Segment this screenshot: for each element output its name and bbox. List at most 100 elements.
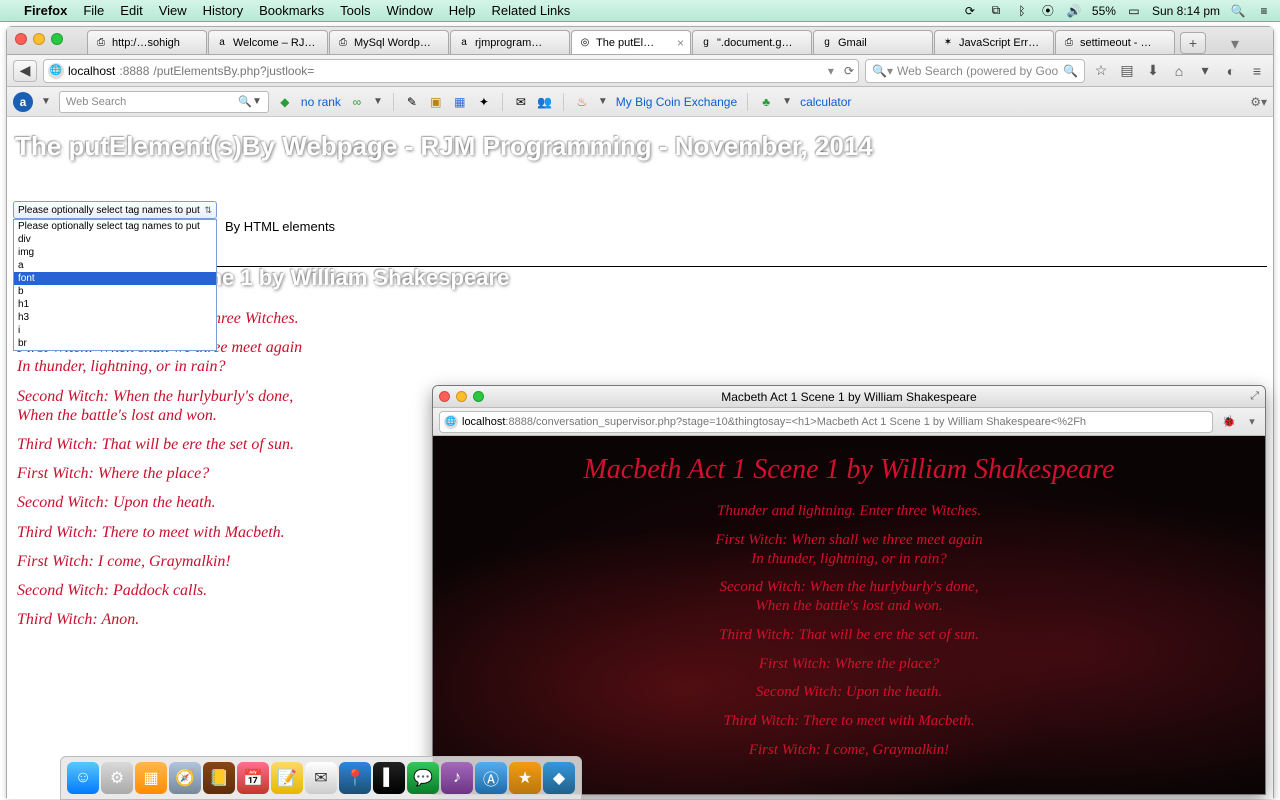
popup-titlebar[interactable]: Macbeth Act 1 Scene 1 by William Shakesp… — [433, 386, 1265, 408]
downloads-icon[interactable]: ⬇ — [1143, 61, 1163, 81]
ask-toolbar-icon[interactable]: a — [13, 92, 33, 112]
link-caret[interactable]: ▼ — [373, 96, 383, 107]
bluetooth-icon[interactable]: ᛒ — [1014, 3, 1030, 19]
popup-minimize-button[interactable] — [456, 391, 467, 402]
library-icon[interactable]: ▤ — [1117, 61, 1137, 81]
zoom-window-button[interactable] — [51, 33, 63, 45]
list-all-tabs-button[interactable]: ▾ — [1227, 34, 1243, 54]
dropdown-history-caret[interactable]: ▾ — [828, 64, 834, 78]
browser-tab[interactable]: ✶JavaScript Err… — [934, 30, 1054, 54]
tool-icon-2[interactable]: ▣ — [428, 94, 444, 110]
mac-menu-related-links[interactable]: Related Links — [492, 3, 571, 18]
browser-tab[interactable]: aWelcome – RJ… — [208, 30, 328, 54]
minimize-window-button[interactable] — [33, 33, 45, 45]
mac-menu-edit[interactable]: Edit — [120, 3, 142, 18]
search-go-icon[interactable]: 🔍 — [1063, 64, 1078, 78]
popup-url-field[interactable]: 🌐 localhost:8888/conversation_supervisor… — [439, 411, 1213, 433]
popup-bugreport-icon[interactable]: 🐞 — [1219, 415, 1239, 428]
select-option[interactable]: Please optionally select tag names to pu… — [14, 220, 216, 233]
url-field[interactable]: 🌐 localhost:8888/putElementsBy.php?justl… — [43, 59, 859, 83]
mac-menu-file[interactable]: File — [83, 3, 104, 18]
select-option[interactable]: font — [14, 272, 216, 285]
tab-close-icon[interactable]: × — [677, 36, 684, 50]
battery-icon[interactable]: ▭ — [1126, 3, 1142, 19]
back-button[interactable]: ◀ — [13, 60, 37, 82]
menu-extras-icon[interactable]: ≡ — [1256, 3, 1272, 19]
search-icon[interactable]: 🔍 — [238, 95, 252, 108]
flame-caret[interactable]: ▼ — [598, 96, 608, 107]
select-option[interactable]: i — [14, 324, 216, 337]
addon2-icon[interactable]: ◐ — [1221, 61, 1241, 81]
mac-menu-bookmarks[interactable]: Bookmarks — [259, 3, 324, 18]
browser-tab[interactable]: ⎙settimeout - … — [1055, 30, 1175, 54]
ask-toolbar-caret[interactable]: ▼ — [41, 96, 51, 107]
dock-itunes-icon[interactable]: ♪ — [441, 762, 473, 794]
pagerank-label[interactable]: no rank — [301, 95, 341, 109]
dock-contacts-icon[interactable]: 📒 — [203, 762, 235, 794]
site-identity-icon[interactable]: 🌐 — [48, 63, 64, 79]
tool-icon-4[interactable]: ✦ — [476, 94, 492, 110]
browser-tab[interactable]: ⎙http:/…sohigh — [87, 30, 207, 54]
activity-icon[interactable]: ⧉ — [988, 3, 1004, 19]
ask-web-search[interactable]: Web Search 🔍 ▼ — [59, 91, 269, 113]
browser-tab[interactable]: g".document.g… — [692, 30, 812, 54]
dock-mail-icon[interactable]: ✉ — [305, 762, 337, 794]
dock-app-icon[interactable]: ▦ — [135, 762, 167, 794]
popup-dropdown-icon[interactable]: ▾ — [1245, 415, 1259, 428]
tool-icon-1[interactable]: ✎ — [404, 94, 420, 110]
flame-icon[interactable]: ♨ — [574, 94, 590, 110]
clock[interactable]: Sun 8:14 pm — [1152, 4, 1220, 18]
tool-icon-3[interactable]: ▦ — [452, 94, 468, 110]
spotlight-icon[interactable]: 🔍 — [1230, 3, 1246, 19]
search-caret[interactable]: ▼ — [252, 96, 262, 107]
mac-menu-history[interactable]: History — [203, 3, 243, 18]
select-option[interactable]: a — [14, 259, 216, 272]
pagerank-icon[interactable]: ◆ — [277, 94, 293, 110]
select-option[interactable]: br — [14, 337, 216, 350]
bookmark-star-icon[interactable]: ☆ — [1091, 61, 1111, 81]
popup-site-identity-icon[interactable]: 🌐 — [444, 415, 458, 429]
browser-tab[interactable]: arjmprogram… — [450, 30, 570, 54]
close-window-button[interactable] — [15, 33, 27, 45]
dock-misc1-icon[interactable]: ★ — [509, 762, 541, 794]
dock-safari-icon[interactable]: 🧭 — [169, 762, 201, 794]
firefox-menu-icon[interactable]: ≡ — [1247, 61, 1267, 81]
mac-menu-help[interactable]: Help — [449, 3, 476, 18]
calculator-link[interactable]: calculator — [800, 95, 851, 109]
dock-calendar-icon[interactable]: 📅 — [237, 762, 269, 794]
tag-select-dropdown[interactable]: Please optionally select tag names to pu… — [13, 219, 217, 351]
mac-menu-view[interactable]: View — [159, 3, 187, 18]
new-tab-button[interactable]: + — [1180, 32, 1206, 54]
dock-appstore-icon[interactable]: Ⓐ — [475, 762, 507, 794]
volume-icon[interactable]: 🔊 — [1066, 3, 1082, 19]
wifi-icon[interactable]: ⦿ — [1040, 3, 1056, 19]
mac-menu-window[interactable]: Window — [387, 3, 433, 18]
dock-terminal-icon[interactable]: ▌ — [373, 762, 405, 794]
select-option[interactable]: div — [14, 233, 216, 246]
reload-button[interactable]: ⟳ — [844, 64, 854, 78]
sync-icon[interactable]: ⟳ — [962, 3, 978, 19]
browser-tab[interactable]: ◎The putEl…× — [571, 30, 691, 54]
dock-settings-icon[interactable]: ⚙ — [101, 762, 133, 794]
popup-zoom-button[interactable] — [473, 391, 484, 402]
dock-messages-icon[interactable]: 💬 — [407, 762, 439, 794]
popup-expand-icon[interactable]: ⤢ — [1250, 390, 1259, 403]
addon1-icon[interactable]: ▾ — [1195, 61, 1215, 81]
people-icon[interactable]: 👥 — [537, 94, 553, 110]
dock-maps-icon[interactable]: 📍 — [339, 762, 371, 794]
search-field[interactable]: 🔍▾ Web Search (powered by Goo 🔍 — [865, 59, 1085, 83]
calc-caret[interactable]: ▼ — [782, 96, 792, 107]
tag-select[interactable]: Please optionally select tag names to pu… — [13, 201, 217, 219]
toolbar-settings-icon[interactable]: ⚙▾ — [1250, 95, 1267, 109]
calc-icon[interactable]: ♣ — [758, 94, 774, 110]
select-option[interactable]: img — [14, 246, 216, 259]
browser-tab[interactable]: ⎙MySql Wordp… — [329, 30, 449, 54]
mail-icon[interactable]: ✉ — [513, 94, 529, 110]
select-option[interactable]: b — [14, 285, 216, 298]
select-option[interactable]: h1 — [14, 298, 216, 311]
bigcoin-link[interactable]: My Big Coin Exchange — [616, 95, 737, 109]
browser-tab[interactable]: gGmail — [813, 30, 933, 54]
select-option[interactable]: h3 — [14, 311, 216, 324]
dock-notes-icon[interactable]: 📝 — [271, 762, 303, 794]
dock-misc2-icon[interactable]: ◆ — [543, 762, 575, 794]
